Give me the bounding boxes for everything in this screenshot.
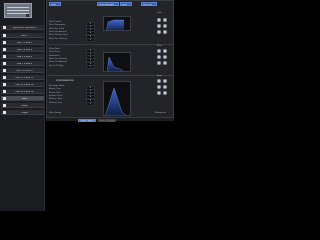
knob-2f[interactable] [163, 61, 167, 65]
section2-params: Filter Mode 0 Filter Drive 0 Saturation 0 Filt… [49, 48, 95, 69]
knob-3f[interactable] [163, 91, 167, 95]
param-label: Filter LFO Rate [49, 64, 64, 67]
section3-header: FILTER ENVELOPE [56, 80, 74, 82]
divider-2 [48, 75, 174, 76]
sidebar-item-label: Mod 15 & Mod 16 [15, 90, 34, 93]
envelope-graph-1[interactable] [103, 16, 131, 31]
knob-3d[interactable] [163, 85, 167, 89]
sidebar-item-label: Mod 1 & Mod 2 [16, 41, 33, 44]
section1-params: Filter Cutoff 0 Filter Resonance 0 Filter Ke… [49, 21, 95, 42]
sidebar: Synthesizer Parameters Main 1 Mod 1 & Mod … [0, 0, 45, 211]
tab-filter-envelope[interactable]: Filter Envelope [97, 2, 119, 6]
sidebar-item-label: Output [21, 111, 28, 114]
knob-1f[interactable] [163, 30, 167, 34]
plugin-icon [3, 111, 6, 114]
tab-filter[interactable]: Filter [120, 2, 132, 6]
plugin-icon [3, 62, 6, 65]
sidebar-item[interactable]: Mod 3 & Mod 4 [1, 47, 44, 52]
param-row: Velocity Sens 0 [49, 101, 95, 106]
knob-2e[interactable] [157, 61, 161, 65]
knob-3e[interactable] [157, 91, 161, 95]
sidebar-item-label: Mod 5 & Mod 6 [16, 55, 33, 58]
knob-3c[interactable] [157, 85, 161, 89]
plugin-thumbnail[interactable] [4, 3, 32, 18]
envelope-graph-3[interactable] [103, 81, 131, 116]
knob-2b[interactable] [163, 49, 167, 53]
mono-legato-button[interactable]: Mono Legato [78, 118, 96, 122]
plugin-icon [3, 104, 6, 107]
label-amp: Amp [157, 75, 162, 77]
mono-range-label: Mono Range [49, 112, 62, 114]
section3-params: Envelope Mode 0 Attack Time 0 Decay Time 0 Sus… [49, 85, 95, 106]
knob-2a[interactable] [157, 49, 161, 53]
sidebar-item[interactable]: Mod 9 & Mod 10 [1, 68, 44, 73]
sidebar-item-label: Mod 3 & Mod 4 [16, 48, 33, 51]
sidebar-item[interactable]: Main 1 [1, 33, 44, 38]
param-row: Filter LFO Rate 0 [49, 64, 95, 69]
param-label: Velocity Sens [49, 101, 63, 104]
knob-1a[interactable] [157, 18, 161, 22]
sidebar-item-label: Mod 7 & Mod 8 [16, 62, 33, 65]
sidebar-item-label: Mod 9 & Mod 10 [16, 69, 33, 72]
param-value-field[interactable]: 0 [86, 38, 95, 42]
param-value-field[interactable]: 0 [86, 65, 95, 69]
knob-3a[interactable] [157, 79, 161, 83]
synth-panel: Main Filter Envelope Filter Filter Env F… [46, 0, 174, 120]
knob-2d[interactable] [163, 55, 167, 59]
sidebar-item[interactable]: Mod 1 & Mod 2 [1, 40, 44, 45]
knob-2c[interactable] [157, 55, 161, 59]
plugin-icon [3, 90, 6, 93]
modulation-label: Modulation [155, 112, 167, 114]
sidebar-item[interactable]: Mod 5 & Mod 6 [1, 54, 44, 59]
envelope-graph-2[interactable] [103, 52, 131, 72]
sidebar-item-label: Synthesizer Parameters [12, 26, 37, 29]
knob-1b[interactable] [163, 18, 167, 22]
plugin-icon [3, 83, 6, 86]
mono-retrigger-button[interactable]: Mono Retrigger [98, 118, 116, 122]
plugin-icon [3, 34, 6, 37]
param-label: Filter Env Velocity [49, 37, 67, 40]
param-value-field[interactable]: 0 [86, 102, 95, 106]
knob-1d[interactable] [163, 24, 167, 28]
sidebar-item[interactable]: Synthesizer Parameters [1, 25, 44, 30]
tab-main[interactable]: Main [49, 2, 61, 6]
sidebar-item-label: Mod 13 & Mod 14 [15, 83, 34, 86]
bottom-bar: Mono Legato Mono Retrigger [46, 117, 174, 122]
knob-3b[interactable] [163, 79, 167, 83]
plugin-icon [3, 41, 6, 44]
sidebar-item[interactable]: Global [1, 103, 44, 108]
param-row: Filter Env Velocity 0 [49, 37, 95, 42]
plugin-icon [3, 76, 6, 79]
plugin-icon [3, 55, 6, 58]
sidebar-item-label: Global [21, 104, 28, 107]
knob-1c[interactable] [157, 24, 161, 28]
sidebar-item[interactable]: Filter [1, 96, 44, 101]
sidebar-item-label: Main 1 [21, 34, 28, 37]
sidebar-item[interactable]: Mod 15 & Mod 16 [1, 89, 44, 94]
tab-filter-env[interactable]: Filter Env [141, 2, 157, 6]
label-pitch: Pitch [157, 12, 162, 14]
divider-1 [48, 44, 174, 45]
sidebar-item-label: Mod 11 & Mod 12 [15, 76, 34, 79]
label-filter: Filter [157, 45, 162, 47]
plugin-icon [3, 48, 6, 51]
sidebar-item-label: Filter [22, 97, 27, 100]
sidebar-item[interactable]: Mod 13 & Mod 14 [1, 82, 44, 87]
plugin-icon [3, 97, 6, 100]
plugin-icon [3, 26, 6, 29]
sidebar-item[interactable]: Mod 7 & Mod 8 [1, 61, 44, 66]
knob-1e[interactable] [157, 30, 161, 34]
plugin-icon [3, 69, 6, 72]
sidebar-item[interactable]: Mod 11 & Mod 12 [1, 75, 44, 80]
sidebar-item[interactable]: Output [1, 110, 44, 115]
